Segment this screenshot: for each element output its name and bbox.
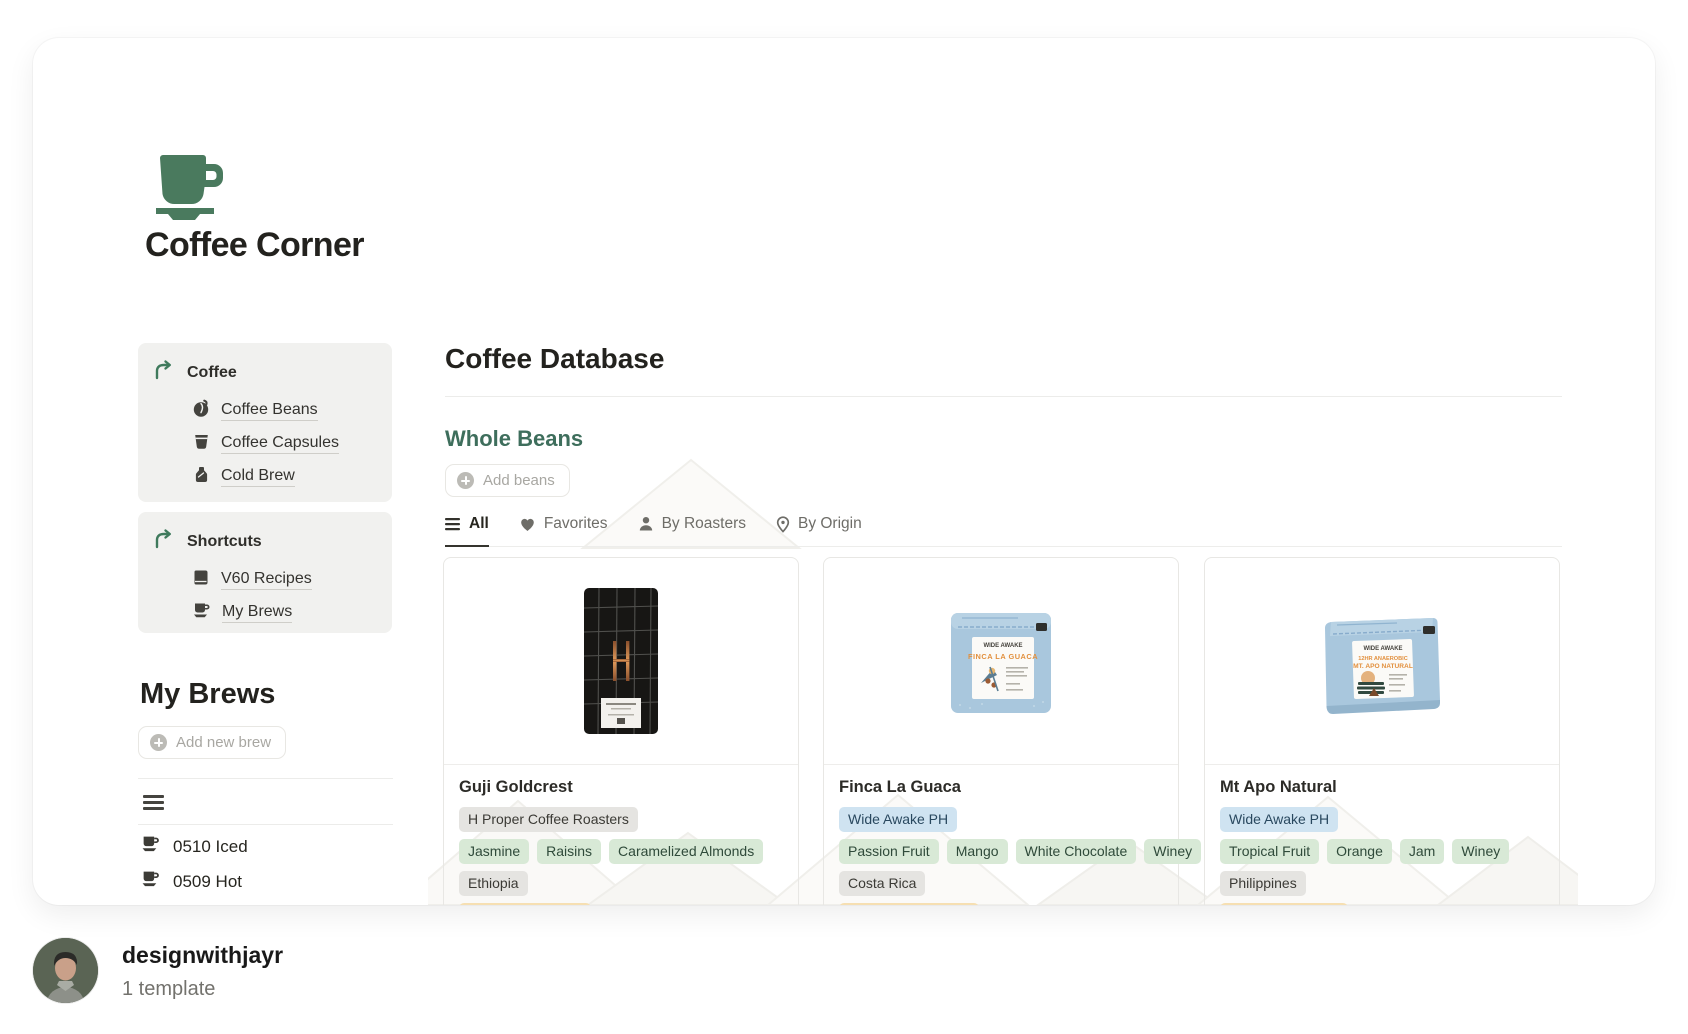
tab-favorites[interactable]: Favorites [519, 515, 608, 546]
sidebar-item-label[interactable]: Coffee Capsules [221, 434, 339, 454]
section-title: Whole Beans [445, 426, 583, 452]
coffee-cup-icon [148, 146, 228, 229]
person-icon [638, 516, 654, 532]
coffee-cup-icon [192, 601, 212, 625]
product-image-blue-pouch-bag: WIDE AWAKE FINCA LA GUACA [824, 558, 1178, 765]
flavor-tag: Winey [1144, 839, 1201, 864]
bean-card-finca-la-guaca[interactable]: WIDE AWAKE FINCA LA GUACA Finca La Guaca… [823, 557, 1179, 905]
sidebar-item-v60-recipes[interactable]: V60 Recipes [192, 563, 378, 596]
menu-icon[interactable] [143, 795, 164, 810]
clipped-tag [1220, 903, 1348, 905]
clipped-tag [839, 903, 979, 905]
plus-icon [150, 734, 167, 751]
brew-entry-label: 0509 Hot [173, 872, 242, 892]
tab-label: By Roasters [662, 515, 746, 533]
author-name[interactable]: designwithjayr [122, 942, 283, 969]
add-new-brew-button[interactable]: Add new brew [138, 726, 286, 759]
clipped-tag [459, 903, 591, 905]
tab-by-origin[interactable]: By Origin [776, 515, 862, 546]
origin-tag: Costa Rica [839, 871, 925, 896]
flavor-tag: Tropical Fruit [1220, 839, 1319, 864]
my-brews-title: My Brews [140, 678, 275, 711]
brew-entry-0510-iced[interactable]: 0510 Iced [140, 834, 248, 859]
roaster-tag: H Proper Coffee Roasters [459, 807, 638, 832]
tab-label: All [469, 515, 489, 533]
tab-label: Favorites [544, 515, 608, 533]
coffee-capsule-icon [192, 432, 211, 456]
workspace-title: Coffee Corner [145, 226, 364, 265]
bag-name2-text: MT. APO NATURAL [1353, 663, 1413, 670]
curved-arrow-icon [153, 359, 175, 386]
coffee-bean-icon [192, 399, 211, 423]
sidebar-item-label[interactable]: My Brews [222, 603, 292, 623]
add-beans-button[interactable]: Add beans [445, 464, 570, 497]
flavor-tag: Caramelized Almonds [609, 839, 763, 864]
origin-tag: Ethiopia [459, 871, 528, 896]
flavor-tag: White Chocolate [1016, 839, 1137, 864]
view-tabs: All Favorites By Roasters By Origin [445, 515, 1562, 547]
origin-tag: Philippines [1220, 871, 1306, 896]
sidebar-item-label[interactable]: V60 Recipes [221, 570, 312, 590]
flavor-tag: Mango [947, 839, 1008, 864]
bag-brand-text: WIDE AWAKE [983, 643, 1022, 649]
flavor-tag: Winey [1452, 839, 1509, 864]
bean-card-guji-goldcrest[interactable]: Guji Goldcrest H Proper Coffee Roasters … [443, 557, 799, 905]
roaster-tag: Wide Awake PH [1220, 807, 1338, 832]
page-title: Coffee Database [445, 343, 664, 375]
coffee-cup-icon [140, 869, 162, 894]
sidebar-item-label[interactable]: Coffee Beans [221, 401, 318, 421]
card-title: Mt Apo Natural [1220, 778, 1544, 797]
add-new-brew-label: Add new brew [176, 734, 271, 751]
bean-card-mt-apo-natural[interactable]: WIDE AWAKE 12HR ANAEROBIC MT. APO NATURA… [1204, 557, 1560, 905]
tab-all[interactable]: All [445, 515, 489, 547]
location-pin-icon [776, 516, 790, 533]
flavor-tag: Jam [1400, 839, 1444, 864]
divider [138, 824, 393, 825]
recipe-book-icon [192, 568, 211, 592]
page-card: Coffee Corner Coffee Coffee Beans [33, 38, 1655, 905]
list-icon [445, 517, 461, 531]
cold-brew-jug-icon [192, 465, 211, 489]
heart-icon [519, 517, 536, 532]
roaster-tag: Wide Awake PH [839, 807, 957, 832]
flavor-tag: Passion Fruit [839, 839, 939, 864]
bag-name-text: 12HR ANAEROBIC [1358, 656, 1408, 662]
divider [445, 396, 1562, 397]
sidebar-item-label[interactable]: Cold Brew [221, 467, 295, 487]
template-count: 1 template [122, 978, 215, 1001]
bag-name-text: FINCA LA GUACA [968, 652, 1038, 661]
flavor-tag: Raisins [537, 839, 601, 864]
product-image-blue-gusset-bag: WIDE AWAKE 12HR ANAEROBIC MT. APO NATURA… [1205, 558, 1559, 765]
card-title: Guji Goldcrest [459, 778, 783, 797]
brew-entry-label: 0510 Iced [173, 837, 248, 857]
brew-entry-0509-hot[interactable]: 0509 Hot [140, 869, 242, 894]
card-title: Finca La Guaca [839, 778, 1163, 797]
tab-by-roasters[interactable]: By Roasters [638, 515, 746, 546]
divider [138, 778, 393, 779]
sidebar-section-label: Coffee [187, 364, 237, 382]
sidebar-section-label: Shortcuts [187, 533, 262, 551]
plus-icon [457, 472, 474, 489]
bag-brand-text: WIDE AWAKE [1363, 646, 1402, 652]
flavor-tag: Orange [1327, 839, 1392, 864]
add-beans-label: Add beans [483, 472, 555, 489]
coffee-cup-icon [140, 834, 162, 859]
product-image-black-grid-bag [444, 558, 798, 765]
sidebar-section-shortcuts: Shortcuts V60 Recipes My Brews [138, 512, 392, 633]
sidebar-item-my-brews[interactable]: My Brews [192, 596, 378, 629]
tab-label: By Origin [798, 515, 862, 533]
sidebar-section-coffee: Coffee Coffee Beans Coffee Capsules [138, 343, 392, 502]
sidebar-item-coffee-capsules[interactable]: Coffee Capsules [192, 427, 378, 460]
sidebar-item-cold-brew[interactable]: Cold Brew [192, 460, 378, 493]
flavor-tag: Jasmine [459, 839, 529, 864]
avatar [33, 938, 98, 1003]
sidebar-item-coffee-beans[interactable]: Coffee Beans [192, 394, 378, 427]
curved-arrow-icon [153, 528, 175, 555]
